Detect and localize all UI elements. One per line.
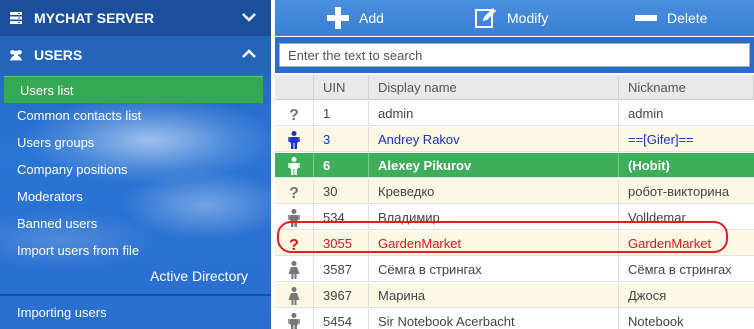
uin-cell: 3587 — [314, 257, 369, 282]
modify-button[interactable]: Modify — [475, 0, 548, 36]
table-row[interactable]: ? 3055 GardenMarket GardenMarket — [275, 231, 754, 256]
server-section-title: MYCHAT SERVER — [34, 10, 155, 26]
sidebar-item-users-groups[interactable]: Users groups — [0, 129, 271, 156]
add-button-label: Add — [359, 10, 384, 26]
display-name-cell: Alexey Pikurov — [369, 153, 619, 178]
sidebar-item-label: Importing users — [17, 305, 107, 320]
search-bar — [275, 37, 754, 73]
sidebar-item-banned-users[interactable]: Banned users — [0, 210, 271, 237]
column-header-uin[interactable]: UIN — [314, 75, 369, 100]
female-user-icon — [275, 257, 314, 282]
nickname-cell: GardenMarket — [628, 236, 712, 251]
nickname-cell: Volldemar — [628, 210, 686, 225]
table-row[interactable]: ? 1 admin admin — [275, 101, 754, 126]
table-row[interactable]: 3967 Марина Джося — [275, 283, 754, 308]
column-header-nickname[interactable]: Nickname — [619, 75, 754, 100]
question-icon: ? — [275, 101, 314, 126]
display-name-cell: Марина — [369, 283, 619, 308]
sidebar: MYCHAT SERVER USERS Users list Common co… — [0, 0, 271, 329]
column-header-icon[interactable] — [275, 75, 314, 100]
sidebar-group-active-directory: Active Directory — [150, 268, 249, 284]
table-row[interactable]: 534 Владимир Volldemar — [275, 205, 754, 230]
sidebar-item-label: Company positions — [17, 162, 128, 177]
nickname-cell: робот-викторина — [628, 184, 730, 199]
display-name-cell: admin — [369, 101, 619, 126]
nickname-cell: Notebook — [628, 314, 684, 329]
table-header: UIN Display name Nickname — [275, 75, 754, 100]
male-user-icon — [275, 127, 314, 152]
sidebar-item-label: Users groups — [17, 135, 95, 150]
sidebar-item-label: Common contacts list — [17, 108, 142, 123]
sidebar-item-label: Banned users — [17, 216, 98, 231]
sidebar-item-common-contacts-list[interactable]: Common contacts list — [0, 102, 271, 129]
users-section-title: USERS — [34, 47, 83, 63]
male-user-icon — [275, 153, 314, 178]
nickname-cell: Сёмга в стрингах — [628, 262, 732, 277]
question-icon: ? — [275, 231, 314, 256]
uin-cell: 3055 — [314, 231, 369, 256]
uin-cell: 3967 — [314, 283, 369, 308]
nickname-cell: ==[Gifer]== — [628, 132, 694, 147]
male-user-icon — [275, 205, 314, 230]
uin-cell: 534 — [314, 205, 369, 230]
sidebar-item-importing-users[interactable]: Importing users — [0, 299, 271, 326]
sidebar-item-label: Moderators — [17, 189, 83, 204]
table-row[interactable]: 6 Alexey Pikurov (Hobit) — [275, 153, 754, 178]
sidebar-item-company-positions[interactable]: Company positions — [0, 156, 271, 183]
sidebar-item-label: Users list — [20, 82, 74, 98]
sidebar-item-users-list[interactable]: Users list — [4, 76, 263, 103]
svg-text:?: ? — [289, 107, 299, 122]
sidebar-divider — [0, 294, 271, 296]
sidebar-item-label: Import users from file — [17, 243, 140, 258]
display-name-cell: Сёмга в стрингах — [369, 257, 619, 282]
delete-button-label: Delete — [667, 10, 708, 26]
uin-cell: 3 — [314, 127, 369, 152]
uin-cell: 1 — [314, 101, 369, 126]
search-input[interactable] — [279, 43, 750, 67]
chevron-up-icon[interactable] — [241, 47, 257, 63]
sidebar-item-moderators[interactable]: Moderators — [0, 183, 271, 210]
delete-button[interactable]: Delete — [635, 0, 707, 36]
nickname-cell: Джося — [628, 288, 667, 303]
uin-cell: 5454 — [314, 309, 369, 329]
display-name-cell: Sir Notebook Acerbacht — [369, 309, 619, 329]
display-name-cell: GardenMarket — [369, 231, 619, 256]
minus-icon — [635, 7, 657, 29]
table-row[interactable]: 3587 Сёмга в стрингах Сёмга в стрингах — [275, 257, 754, 282]
server-section-header[interactable]: MYCHAT SERVER — [0, 0, 271, 36]
question-icon: ? — [275, 179, 314, 204]
chevron-down-icon[interactable] — [241, 10, 257, 26]
svg-text:?: ? — [289, 237, 299, 252]
column-header-display-name[interactable]: Display name — [369, 75, 619, 100]
display-name-cell: Andrey Rakov — [369, 127, 619, 152]
modify-button-label: Modify — [507, 10, 549, 26]
table-row[interactable]: 3 Andrey Rakov ==[Gifer]== — [275, 127, 754, 152]
nickname-cell: admin — [628, 106, 664, 121]
male-user-icon — [275, 309, 314, 329]
display-name-cell: Креведко — [369, 179, 619, 204]
plus-icon — [327, 7, 349, 29]
female-user-icon — [275, 283, 314, 308]
add-button[interactable]: Add — [327, 0, 384, 36]
table-row[interactable]: 5454 Sir Notebook Acerbacht Notebook — [275, 309, 754, 329]
uin-cell: 6 — [314, 153, 369, 178]
server-icon — [8, 10, 24, 26]
svg-text:?: ? — [289, 185, 299, 200]
nickname-cell: (Hobit) — [628, 158, 670, 173]
users-group-icon — [8, 47, 24, 63]
users-section-header[interactable]: USERS — [0, 37, 271, 73]
table-row[interactable]: ? 30 Креведко робот-викторина — [275, 179, 754, 204]
uin-cell: 30 — [314, 179, 369, 204]
display-name-cell: Владимир — [369, 205, 619, 230]
edit-icon — [475, 7, 497, 29]
toolbar: Add Modify Delete — [275, 0, 754, 36]
sidebar-item-import-users-from-file[interactable]: Import users from file — [0, 237, 271, 264]
